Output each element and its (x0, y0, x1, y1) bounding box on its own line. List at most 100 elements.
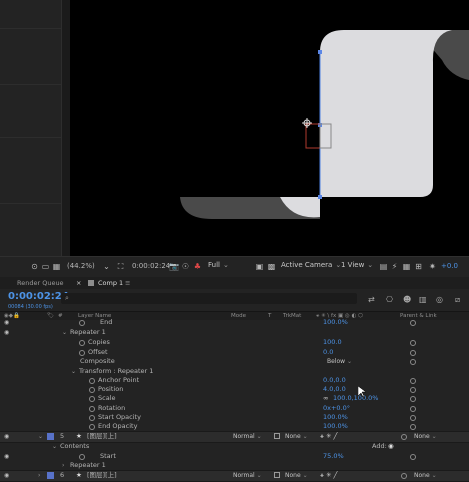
layer-switches[interactable]: ⚹ ✳ ╱ (320, 471, 337, 481)
scroll-shape-artwork[interactable] (70, 0, 469, 256)
pickwhip-icon[interactable] (410, 359, 416, 365)
timeline-icon[interactable]: ▦ (402, 262, 411, 271)
panel-tab-bar: Render Queue × Comp 1 ≡ (0, 277, 469, 289)
timeline-timecode[interactable]: 0:00:02:24 (8, 291, 69, 302)
pickwhip-icon[interactable] (410, 387, 416, 393)
resolution-dropdown[interactable]: Full (208, 261, 229, 272)
contents-group[interactable]: ⌄ Contents Add: ◉ (0, 442, 469, 452)
stopwatch-icon[interactable] (89, 424, 95, 430)
exposure-value[interactable]: +0.0 (441, 262, 458, 270)
layer-property-list: ◉ End 100.0% ◉ ⌄ Repeater 1 Copies 100.0… (0, 318, 469, 482)
property-group-repeater[interactable]: ◉ ⌄ Repeater 1 (0, 328, 469, 338)
stopwatch-icon[interactable] (89, 387, 95, 393)
tab-comp-close[interactable]: × (76, 278, 81, 288)
tab-comp-1[interactable]: Comp 1 (98, 278, 123, 288)
render-icon[interactable]: ▤ (379, 262, 388, 271)
pickwhip-icon[interactable] (410, 320, 416, 326)
motion-blur-icon[interactable]: ◎ (436, 295, 443, 304)
property-label: End (100, 318, 113, 326)
group-label: Contents (60, 442, 90, 450)
pickwhip-icon[interactable] (410, 415, 416, 421)
region-icon[interactable]: ⛶ (116, 262, 125, 271)
pickwhip-icon[interactable] (410, 350, 416, 356)
graph-editor-icon[interactable]: ⧄ (455, 295, 460, 305)
preserve-transparency-box[interactable] (274, 472, 280, 478)
property-value[interactable]: 100.0 (323, 338, 342, 348)
current-time[interactable]: 0:00:02:24 (132, 262, 170, 270)
trkmat-select[interactable]: None (285, 472, 308, 479)
layer-row-5[interactable]: ◉ ⌄ 5 ★ [图层][上] ⚹ ✳ ╱ Normal None None (0, 431, 469, 443)
eye-icon[interactable]: ◉ (4, 328, 9, 338)
label-color-swatch[interactable] (47, 433, 54, 440)
trkmat-select[interactable]: None (285, 433, 308, 440)
color-channel-icon[interactable]: ♣ (193, 262, 202, 271)
main-sheet-shape (320, 30, 452, 197)
stopwatch-icon[interactable] (79, 320, 85, 326)
pickwhip-icon[interactable] (410, 396, 416, 402)
expand-triangle-icon[interactable]: ⌄ (52, 442, 57, 452)
property-row-end[interactable]: ◉ End 100.0% (0, 318, 469, 328)
blend-mode-select[interactable]: Normal (233, 472, 262, 479)
roi-icon[interactable]: ▣ (255, 262, 264, 271)
pickwhip-icon[interactable] (410, 340, 416, 346)
constrain-link-icon[interactable]: ∞ (323, 394, 328, 404)
expand-triangle-icon[interactable]: ⌄ (62, 328, 67, 338)
stopwatch-icon[interactable] (89, 406, 95, 412)
show-snapshot-icon[interactable]: ☉ (181, 262, 190, 271)
blend-mode-select[interactable]: Normal (233, 433, 262, 440)
preview-icon[interactable]: ▭ (41, 262, 50, 271)
stopwatch-icon[interactable] (79, 454, 85, 460)
composite-select[interactable]: Below (327, 358, 352, 365)
layer-name[interactable]: [图层][上] (87, 432, 117, 442)
frame-blending-icon[interactable]: ▥ (419, 295, 427, 304)
group-label: Repeater 1 (70, 328, 106, 336)
add-icon[interactable]: ◉ (388, 442, 394, 452)
zoom-level[interactable]: (44.2%) (67, 262, 95, 270)
pickwhip-icon[interactable] (401, 473, 407, 479)
eye-icon[interactable]: ◉ (4, 471, 9, 481)
camera-snapshot-icon[interactable]: 📷 (169, 262, 179, 271)
layer-switches[interactable]: ⚹ ✳ ╱ (320, 432, 337, 442)
tab-menu-icon[interactable]: ≡ (125, 278, 130, 288)
preserve-transparency-box[interactable] (274, 433, 280, 439)
magnify-icon[interactable]: ⊙ (30, 262, 39, 271)
property-row-composite[interactable]: Composite Below (0, 357, 469, 367)
property-value[interactable]: 100.0,100.0% (333, 394, 378, 404)
property-row-copies[interactable]: Copies 100.0 (0, 338, 469, 348)
pickwhip-icon[interactable] (410, 406, 416, 412)
stopwatch-icon[interactable] (89, 415, 95, 421)
flowchart-icon[interactable]: ⊞ (414, 262, 423, 271)
zoom-dropdown-icon[interactable]: ⌄ (102, 262, 111, 271)
grid-icon[interactable]: ▦ (52, 262, 61, 271)
label-color-swatch[interactable] (47, 472, 54, 479)
layer-name[interactable]: [图层][上] (87, 471, 117, 481)
stopwatch-icon[interactable] (89, 396, 95, 402)
anchor-point-icon[interactable] (302, 118, 312, 128)
eye-icon[interactable]: ◉ (4, 318, 9, 328)
parent-select[interactable]: None (414, 433, 437, 440)
expand-triangle-icon[interactable]: ⌄ (38, 432, 43, 442)
stopwatch-icon[interactable] (89, 378, 95, 384)
transparency-grid-icon[interactable]: ▩ (267, 262, 276, 271)
exposure-icon[interactable]: ✷ (428, 262, 437, 271)
pickwhip-icon[interactable] (401, 434, 407, 440)
pickwhip-icon[interactable] (410, 454, 416, 460)
parent-select[interactable]: None (414, 472, 437, 479)
stopwatch-icon[interactable] (79, 340, 85, 346)
views-dropdown[interactable]: 1 View (341, 261, 373, 272)
layer-search-input[interactable]: ⌕ (61, 293, 357, 304)
tab-render-queue[interactable]: Render Queue (17, 278, 64, 288)
stopwatch-icon[interactable] (79, 350, 85, 356)
draft-3d-icon[interactable]: ⎔ (386, 295, 393, 304)
fast-preview-icon[interactable]: ⚡ (390, 262, 399, 271)
property-value[interactable]: 100.0% (323, 318, 348, 328)
expand-triangle-icon[interactable]: › (38, 471, 40, 481)
property-row-scale[interactable]: Scale ∞ 100.0,100.0% (0, 394, 469, 404)
pickwhip-icon[interactable] (410, 424, 416, 430)
pickwhip-icon[interactable] (410, 378, 416, 384)
eye-icon[interactable]: ◉ (4, 432, 9, 442)
camera-dropdown[interactable]: Active Camera (281, 261, 341, 272)
comp-canvas[interactable] (70, 0, 469, 256)
shy-icon[interactable]: ☻ (403, 295, 411, 304)
comp-mini-flowchart-icon[interactable]: ⇄ (368, 295, 375, 304)
